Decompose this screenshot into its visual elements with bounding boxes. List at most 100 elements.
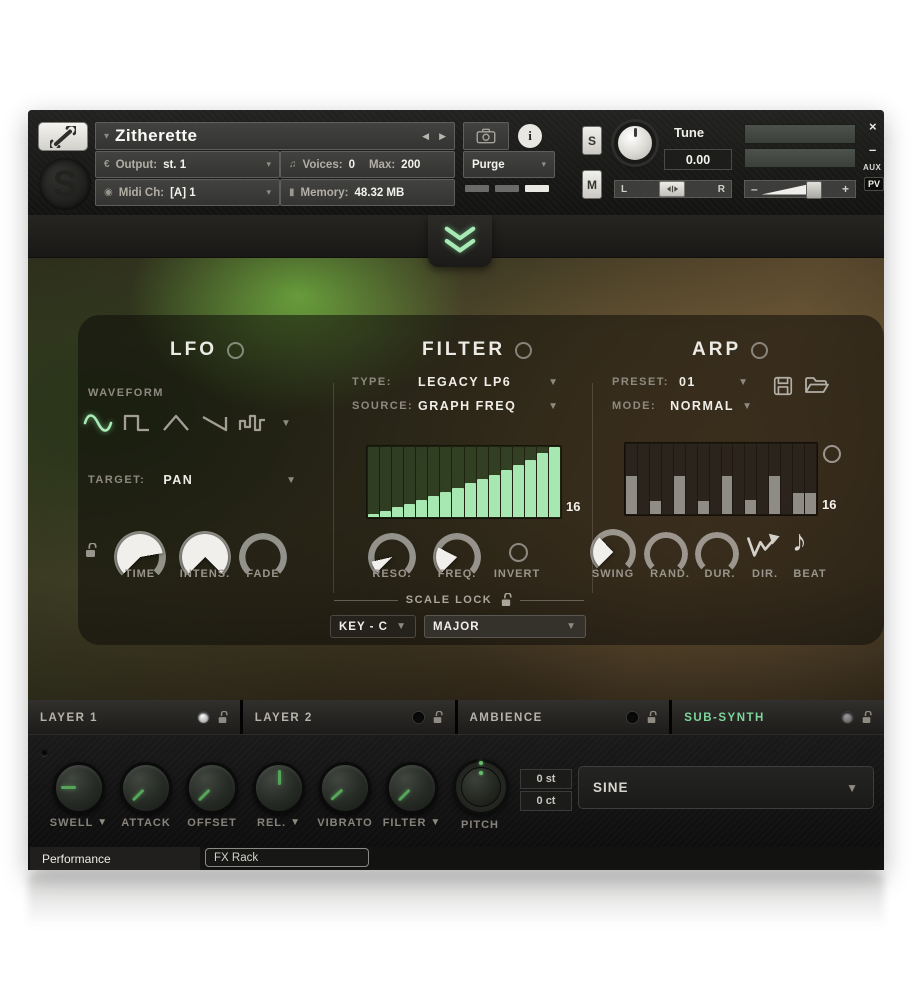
attack-knob[interactable] — [120, 762, 172, 814]
graph-step[interactable] — [537, 447, 548, 517]
scale-lock-icon[interactable] — [500, 593, 512, 607]
arp-beat-note-icon[interactable]: ♪ — [792, 527, 807, 557]
collapse-panel-button[interactable] — [428, 215, 492, 267]
filter-type-value[interactable]: LEGACY LP6 — [418, 375, 511, 389]
filter-steps-count[interactable]: 16 — [566, 499, 580, 514]
graph-step[interactable] — [416, 447, 427, 517]
offset-knob[interactable] — [186, 762, 238, 814]
next-instrument-arrow[interactable]: ▶ — [439, 131, 446, 142]
pan-slider[interactable]: L R — [614, 180, 732, 198]
graph-step[interactable] — [549, 447, 560, 517]
aux-button[interactable]: AUX — [863, 163, 881, 172]
pitch-cents-value[interactable]: 0 ct — [520, 791, 572, 811]
midi-caret-icon[interactable]: ▾ — [266, 187, 271, 198]
layer-tab-layer1[interactable]: LAYER 1 — [28, 700, 240, 734]
purge-button[interactable]: Purge ▾ — [463, 151, 555, 178]
graph-step[interactable] — [733, 444, 744, 514]
layer-lock-icon[interactable] — [861, 711, 872, 724]
layer-lock-icon[interactable] — [432, 711, 443, 724]
graph-step[interactable] — [650, 444, 661, 514]
graph-step[interactable] — [805, 444, 816, 514]
filter-source-caret-icon[interactable]: ▼ — [548, 401, 558, 412]
graph-step[interactable] — [674, 444, 685, 514]
release-dropdown-caret[interactable]: ▼ — [290, 817, 301, 829]
graph-step[interactable] — [793, 444, 804, 514]
mute-button[interactable]: M — [582, 170, 602, 199]
saw-wave-icon[interactable] — [199, 410, 231, 436]
graph-step[interactable] — [710, 444, 721, 514]
volume-minus-label[interactable]: – — [751, 182, 758, 196]
tab-performance[interactable]: Performance — [30, 847, 200, 870]
swell-knob[interactable] — [53, 762, 105, 814]
solo-button[interactable]: S — [582, 126, 602, 155]
pitch-knob[interactable] — [453, 759, 509, 815]
pv-button[interactable]: PV — [864, 177, 884, 191]
snapshot-camera-button[interactable] — [463, 122, 509, 150]
graph-step[interactable] — [501, 447, 512, 517]
graph-step[interactable] — [781, 444, 792, 514]
arp-mode-caret-icon[interactable]: ▼ — [742, 401, 752, 412]
wrench-settings-button[interactable] — [38, 122, 88, 151]
layer-power-led[interactable] — [413, 712, 424, 723]
scale-mode-dropdown[interactable]: MAJOR ▼ — [424, 615, 586, 638]
filter-power-toggle[interactable] — [515, 342, 532, 359]
layer-power-led[interactable] — [627, 712, 638, 723]
graph-step[interactable] — [662, 444, 673, 514]
filter-source-value[interactable]: GRAPH FREQ — [418, 399, 516, 413]
minimize-button[interactable]: – — [869, 143, 876, 156]
triangle-wave-icon[interactable] — [160, 410, 192, 436]
graph-step[interactable] — [404, 447, 415, 517]
graph-step[interactable] — [489, 447, 500, 517]
graph-step[interactable] — [465, 447, 476, 517]
layer-lock-icon[interactable] — [217, 711, 228, 724]
sub-synth-wave-dropdown[interactable]: SINE ▼ — [578, 766, 874, 809]
graph-step[interactable] — [638, 444, 649, 514]
graph-step[interactable] — [686, 444, 697, 514]
output-field[interactable]: € Output: st. 1 ▾ — [95, 151, 280, 178]
graph-step[interactable] — [626, 444, 637, 514]
graph-step[interactable] — [722, 444, 733, 514]
graph-step[interactable] — [745, 444, 756, 514]
tab-fx-rack[interactable]: FX Rack — [205, 848, 369, 867]
graph-step[interactable] — [368, 447, 379, 517]
arp-direction-icon[interactable] — [746, 531, 782, 563]
graph-step[interactable] — [757, 444, 768, 514]
vibrato-knob[interactable] — [319, 762, 371, 814]
graph-step[interactable] — [477, 447, 488, 517]
graph-step[interactable] — [440, 447, 451, 517]
arp-preset-caret-icon[interactable]: ▼ — [738, 377, 748, 388]
arp-power-toggle[interactable] — [751, 342, 768, 359]
arp-step-graph[interactable] — [624, 442, 818, 516]
graph-step[interactable] — [698, 444, 709, 514]
graph-step[interactable] — [380, 447, 391, 517]
random-wave-icon[interactable] — [238, 410, 268, 436]
filter-type-caret-icon[interactable]: ▼ — [548, 377, 558, 388]
waveform-caret-icon[interactable]: ▼ — [281, 418, 291, 429]
graph-step[interactable] — [769, 444, 780, 514]
graph-step[interactable] — [513, 447, 524, 517]
lfo-power-toggle[interactable] — [227, 342, 244, 359]
graph-step[interactable] — [452, 447, 463, 517]
key-dropdown[interactable]: KEY - C ▼ — [330, 615, 416, 638]
volume-plus-label[interactable]: + — [842, 182, 849, 196]
arp-mode-value[interactable]: NORMAL — [670, 399, 734, 413]
release-knob[interactable] — [253, 762, 305, 814]
layer-power-led[interactable] — [842, 712, 853, 723]
layer-lock-icon[interactable] — [646, 711, 657, 724]
filter-invert-toggle[interactable] — [509, 543, 528, 562]
close-button[interactable]: × — [869, 120, 877, 133]
volume-handle[interactable] — [806, 181, 822, 199]
layer-tab-layer2[interactable]: LAYER 2 — [243, 700, 455, 734]
arp-graph-toggle[interactable] — [823, 445, 841, 463]
arp-preset-value[interactable]: 01 — [679, 375, 696, 389]
volume-track[interactable] — [762, 183, 838, 196]
tune-knob[interactable] — [614, 122, 656, 164]
midi-channel-field[interactable]: ◉ Midi Ch: [A] 1 ▾ — [95, 179, 280, 206]
arp-save-icon[interactable] — [772, 375, 794, 397]
graph-step[interactable] — [392, 447, 403, 517]
graph-step[interactable] — [525, 447, 536, 517]
lfo-lock-icon[interactable] — [84, 543, 97, 558]
sine-wave-icon[interactable] — [82, 410, 114, 436]
graph-step[interactable] — [428, 447, 439, 517]
volume-slider[interactable]: – + — [744, 180, 856, 198]
